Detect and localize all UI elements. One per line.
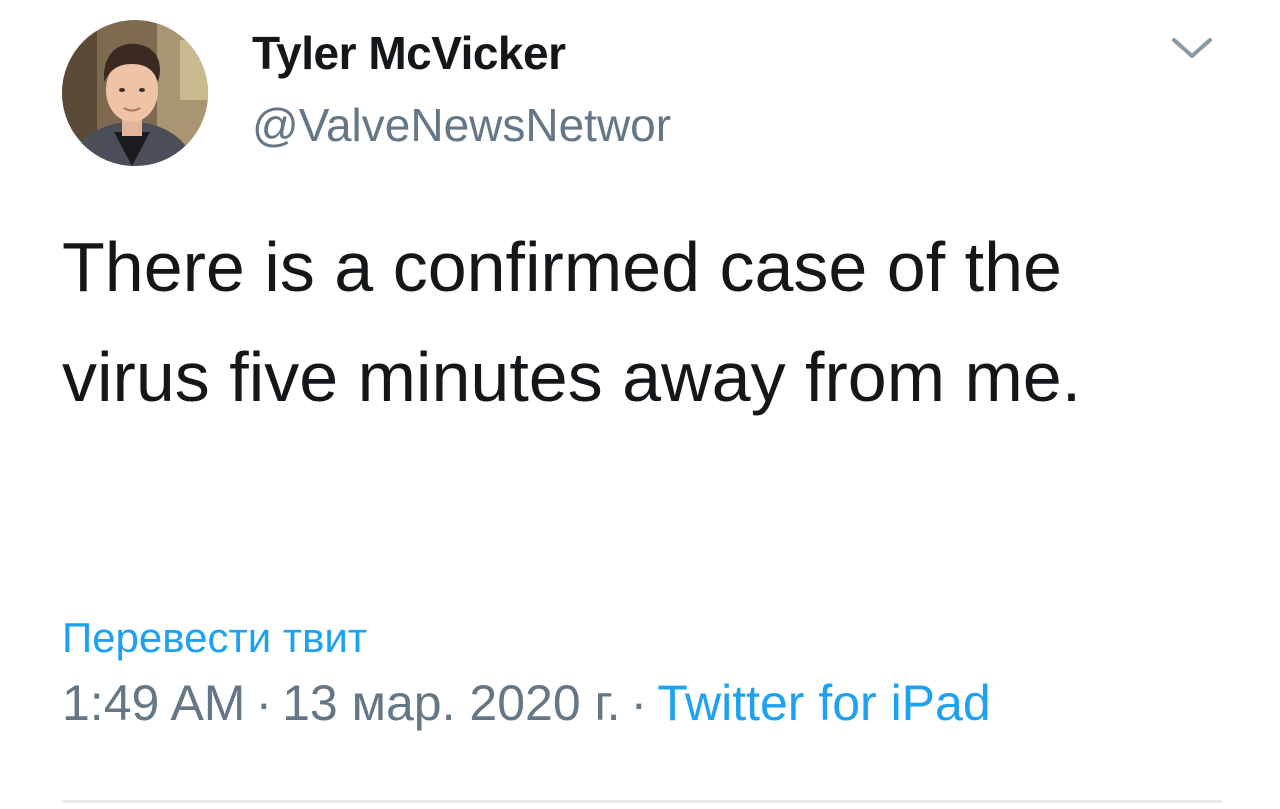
tweet-menu-button[interactable] [1166, 28, 1218, 68]
tweet-time[interactable]: 1:49 AM [62, 675, 245, 731]
meta-separator: · [630, 675, 648, 731]
tweet-date[interactable]: 13 мар. 2020 г. [282, 675, 620, 731]
tweet-metadata: 1:49 AM · 13 мар. 2020 г. · Twitter for iPad [62, 674, 991, 732]
author-display-name[interactable]: Tyler McVicker [252, 26, 566, 80]
chevron-down-icon [1172, 38, 1212, 58]
tweet-source-link[interactable]: Twitter for iPad [657, 675, 990, 731]
translate-tweet-link[interactable]: Перевести твит [62, 614, 367, 662]
avatar[interactable] [62, 20, 208, 166]
tweet-text: There is a confirmed case of the virus f… [62, 228, 1082, 416]
author-handle[interactable]: @ValveNewsNetwor [252, 98, 671, 152]
divider [62, 800, 1222, 803]
user-avatar-photo [62, 20, 208, 166]
meta-separator: · [255, 675, 273, 731]
